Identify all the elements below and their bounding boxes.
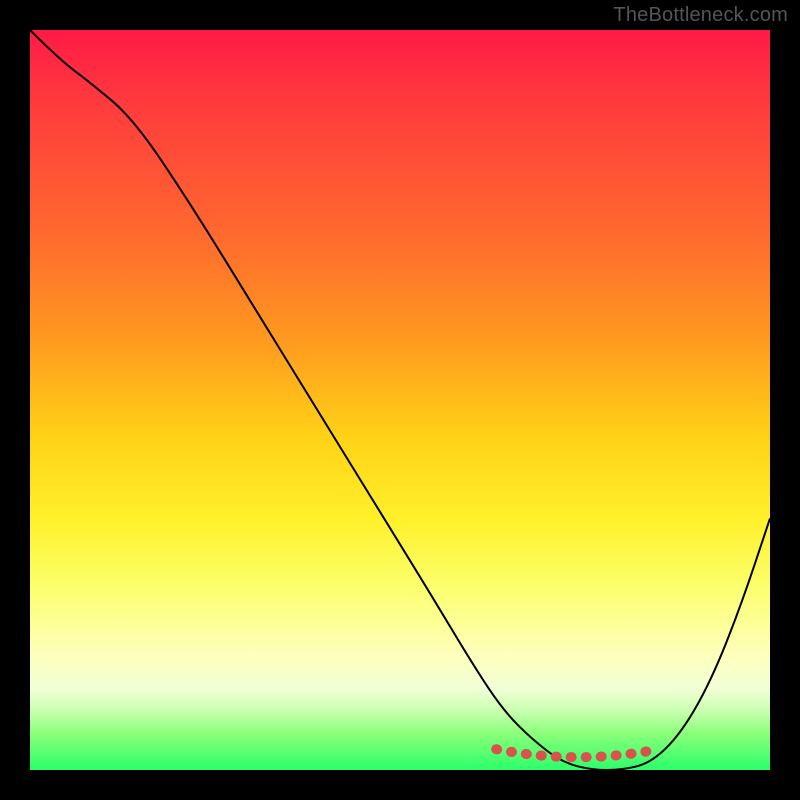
chart-container: TheBottleneck.com — [0, 0, 800, 800]
watermark-text: TheBottleneck.com — [613, 4, 788, 27]
trough-marker — [496, 749, 659, 757]
plot-area — [30, 30, 770, 770]
curve-layer — [30, 30, 770, 770]
bottleneck-curve — [30, 30, 770, 770]
